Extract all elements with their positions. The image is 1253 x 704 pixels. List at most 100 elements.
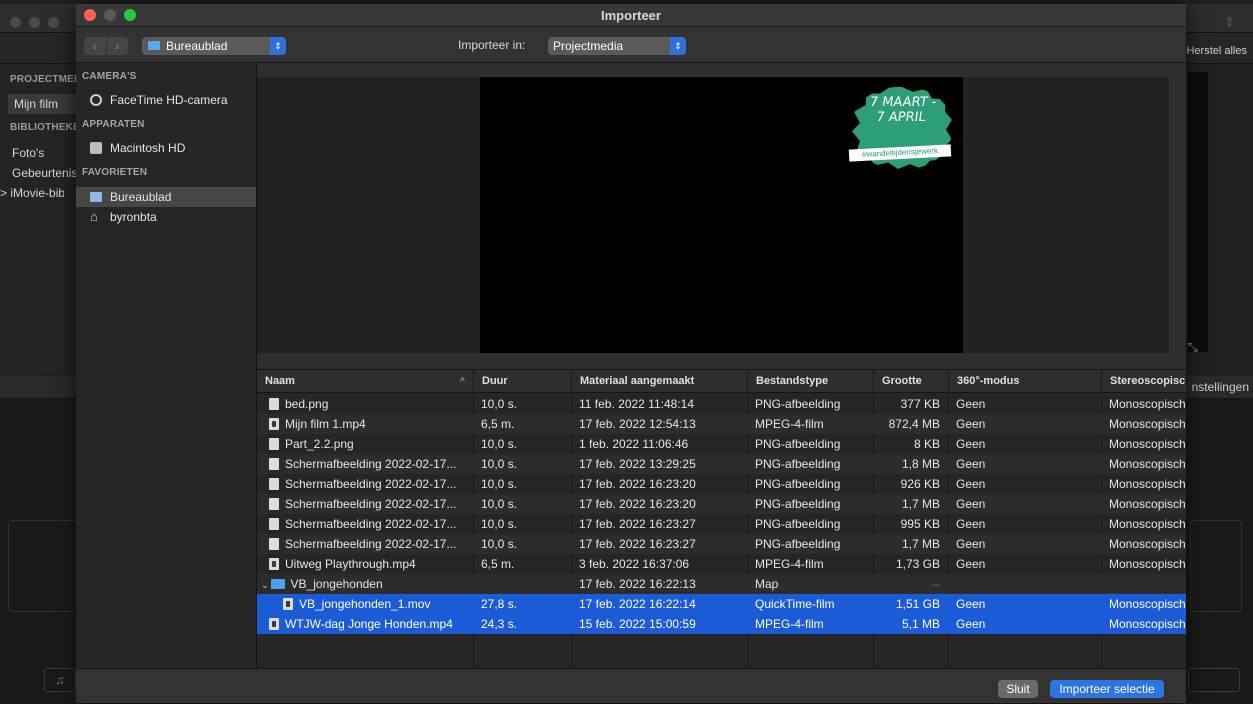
cell-type: PNG-afbeelding — [755, 537, 841, 551]
column-header-created[interactable]: Materiaal aangemaakt — [571, 370, 747, 392]
cell-duration: 27,8 s. — [481, 597, 518, 611]
image-file-icon — [269, 537, 279, 550]
desktop-folder-icon — [90, 192, 102, 202]
file-row[interactable]: Mijn film 1.mp4 6,5 m. 17 feb. 2022 12:54:… — [257, 414, 1186, 434]
column-header-size[interactable]: Grootte — [873, 370, 948, 392]
sidebar-item-home[interactable]: ⌂ byronbta — [76, 207, 256, 227]
import-destination-popup[interactable]: Projectmedia ⇕ — [548, 37, 686, 55]
cell-size: 995 KB — [900, 517, 940, 531]
cell-created: 17 feb. 2022 16:23:20 — [579, 497, 696, 511]
cell-name: Part_2.2.png — [257, 434, 473, 454]
folder-row[interactable]: ⌄ VB_jongehonden 17 feb. 2022 16:22:13 Map -… — [257, 574, 1186, 594]
file-row[interactable]: WTJW-dag Jonge Honden.mp4 24,3 s. 15 feb. … — [257, 614, 1186, 634]
cell-created: 3 feb. 2022 16:37:06 — [579, 557, 690, 571]
import-selection-button[interactable]: Importeer selectie — [1050, 680, 1164, 698]
cell-type: MPEG-4-film — [755, 557, 824, 571]
settings-button[interactable]: nstellingen — [1192, 380, 1249, 394]
cell-duration: 10,0 s. — [481, 457, 518, 471]
cell-type: PNG-afbeelding — [755, 437, 841, 451]
column-header-duration[interactable]: Duur — [473, 370, 571, 392]
folder-icon — [148, 41, 160, 51]
column-header-360-mode[interactable]: 360°-modus — [948, 370, 1101, 392]
viewer-panel — [1188, 72, 1208, 352]
file-list: Naam ^ Duur Materiaal aangemaakt Bestands… — [257, 369, 1186, 669]
restore-all-button[interactable]: Herstel alles — [1186, 45, 1247, 57]
cell-stereo — [1101, 574, 1186, 594]
cell-type: MPEG-4-film — [755, 617, 824, 631]
file-row[interactable]: Uitweg Playthrough.mp4 6,5 m. 3 feb. 2022 … — [257, 554, 1186, 574]
cell-mode360: Geen — [956, 437, 986, 451]
music-note-icon[interactable]: ♫ — [44, 668, 76, 692]
sidebar-item-facetime-camera[interactable]: FaceTime HD-camera — [76, 90, 256, 110]
image-file-icon — [269, 517, 279, 530]
file-row[interactable]: Schermafbeelding 2022-02-17... 10,0 s. 17 … — [257, 534, 1186, 554]
close-button[interactable]: Sluit — [998, 680, 1038, 698]
column-header-stereoscopic[interactable]: Stereoscopische — [1101, 370, 1186, 392]
cell-created: 17 feb. 2022 16:23:27 — [579, 537, 696, 551]
cell-duration: 6,5 m. — [481, 557, 515, 571]
sidebar-item-imovie-library[interactable]: > iMovie-bibliotheek — [0, 186, 64, 200]
cell-type: PNG-afbeelding — [755, 457, 841, 471]
cell-name: bed.png — [257, 394, 473, 414]
cell-created: 17 feb. 2022 16:23:20 — [579, 477, 696, 491]
cell-duration: 10,0 s. — [481, 537, 518, 551]
video-preview[interactable]: 7 MAART - 7 APRIL #wandeltijdensjewerk — [480, 77, 963, 353]
cell-stereo: Monoscopisch — [1109, 497, 1186, 511]
cell-name: VB_jongehonden_1.mov — [257, 594, 473, 614]
sort-ascending-icon: ^ — [459, 376, 465, 386]
column-header-name[interactable]: Naam ^ — [257, 370, 473, 392]
share-icon[interactable]: ⇪ — [1224, 14, 1235, 30]
preview-area: 7 MAART - 7 APRIL #wandeltijdensjewerk — [257, 63, 1186, 368]
cell-mode360: Geen — [956, 537, 986, 551]
file-row[interactable]: Part_2.2.png 10,0 s. 1 feb. 2022 11:06:46 P… — [257, 434, 1186, 454]
fullscreen-icon[interactable]: ⤡ — [1188, 340, 1198, 355]
cell-created: 11 feb. 2022 11:48:14 — [579, 397, 694, 411]
disk-icon — [90, 142, 102, 154]
cell-size: -- — [932, 577, 940, 591]
cell-name: Schermafbeelding 2022-02-17... — [257, 534, 473, 554]
disclosure-chevron-icon[interactable]: ⌄ — [261, 575, 269, 594]
nav-buttons: ‹ › — [84, 37, 128, 55]
location-popup-label: Bureaublad — [166, 39, 228, 53]
location-popup[interactable]: Bureaublad ⇕ — [142, 37, 286, 55]
sidebar-item-macintosh-hd[interactable]: Macintosh HD — [76, 138, 256, 158]
cell-size: 377 KB — [900, 397, 940, 411]
sidebar-item-events[interactable]: Gebeurtenissen — [12, 166, 76, 180]
promo-badge-text: 7 MAART - 7 APRIL — [868, 95, 938, 125]
file-row[interactable]: Schermafbeelding 2022-02-17... 10,0 s. 17 … — [257, 514, 1186, 534]
cell-name: Schermafbeelding 2022-02-17... — [257, 494, 473, 514]
cell-stereo: Monoscopisch — [1109, 617, 1186, 631]
video-file-icon — [269, 557, 279, 570]
video-file-icon — [269, 417, 279, 430]
forward-chevron-icon[interactable]: › — [105, 37, 129, 55]
cell-duration: 10,0 s. — [481, 397, 518, 411]
sidebar-item-desktop[interactable]: Bureaublad — [76, 187, 256, 207]
sidebar-item-photos[interactable]: Foto's — [12, 146, 76, 160]
file-row[interactable]: Schermafbeelding 2022-02-17... 10,0 s. 17 … — [257, 474, 1186, 494]
cell-size: 8 KB — [913, 437, 940, 451]
cell-size: 5,1 MB — [901, 617, 940, 631]
dialog-footer: Sluit Importeer selectie — [76, 668, 1186, 703]
sidebar-item-project[interactable]: Mijn film — [8, 94, 84, 114]
cell-mode360: Geen — [956, 397, 986, 411]
file-row[interactable]: Schermafbeelding 2022-02-17... 10,0 s. 17 … — [257, 454, 1186, 474]
file-row[interactable]: VB_jongehonden_1.mov 27,8 s. 17 feb. 2022 … — [257, 594, 1186, 614]
image-file-icon — [269, 397, 279, 410]
image-file-icon — [269, 497, 279, 510]
video-file-icon — [283, 597, 293, 610]
back-chevron-icon[interactable]: ‹ — [84, 37, 106, 55]
sidebar-section-cameras: CAMERA'S — [82, 71, 137, 82]
image-file-icon — [269, 457, 279, 470]
import-dialog: Importeer ‹ › Bureaublad ⇕ Importeer in:… — [76, 4, 1186, 703]
column-header-type[interactable]: Bestandstype — [747, 370, 873, 392]
image-file-icon — [269, 437, 279, 450]
preview-frame: 7 MAART - 7 APRIL #wandeltijdensjewerk — [257, 77, 1169, 353]
cell-name: Uitweg Playthrough.mp4 — [257, 554, 473, 574]
file-row[interactable]: Schermafbeelding 2022-02-17... 10,0 s. 17 … — [257, 494, 1186, 514]
sidebar-section-devices: APPARATEN — [82, 119, 145, 130]
timeline-track-left — [8, 520, 80, 612]
cell-stereo: Monoscopisch — [1109, 557, 1186, 571]
cell-type: QuickTime-film — [755, 597, 835, 611]
file-row[interactable]: bed.png 10,0 s. 11 feb. 2022 11:48:14 PNG-a… — [257, 394, 1186, 414]
cell-duration: 10,0 s. — [481, 437, 518, 451]
